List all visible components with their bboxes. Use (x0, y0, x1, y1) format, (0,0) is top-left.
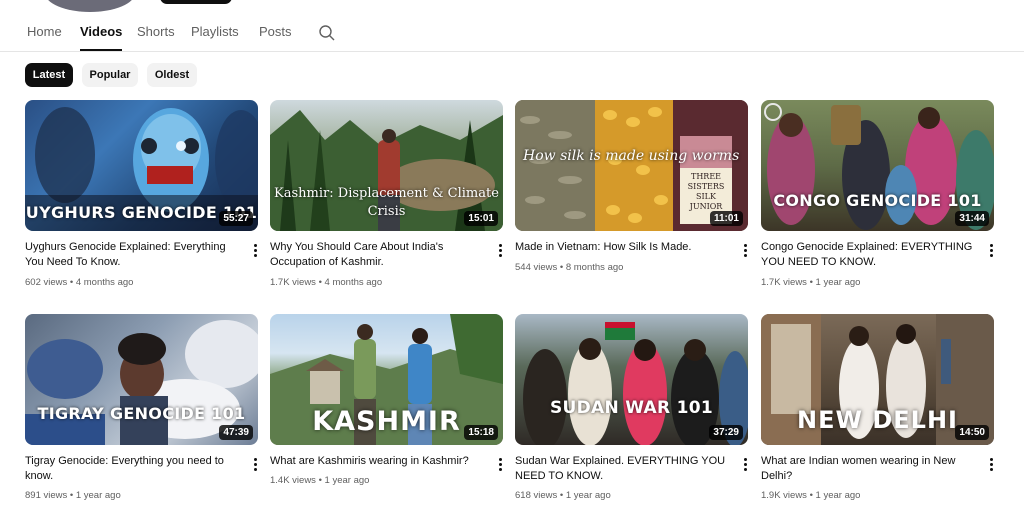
thumbnail-text: CONGO GENOCIDE 101 (773, 191, 982, 210)
video-meta: 544 views • 8 months ago (515, 262, 624, 273)
sign-text: THREE SISTERS SILK JUNIOR (687, 172, 725, 211)
more-options-icon[interactable] (496, 243, 504, 257)
search-icon[interactable] (318, 24, 336, 42)
video-meta: 1.9K views • 1 year ago (761, 490, 861, 501)
video-meta: 1.7K views • 1 year ago (761, 277, 861, 288)
video-card[interactable]: UYGHURS GENOCIDE 101 55:27 Uyghurs Genoc… (25, 100, 259, 295)
video-meta: 618 views • 1 year ago (515, 490, 611, 501)
more-options-icon[interactable] (741, 457, 749, 471)
duration-badge: 37:29 (709, 425, 743, 440)
video-title[interactable]: Made in Vietnam: How Silk Is Made. (515, 240, 733, 255)
tab-home[interactable]: Home (27, 24, 62, 39)
subscribe-button[interactable] (160, 0, 232, 4)
thumbnail-text: How silk is made using worms (523, 148, 740, 164)
video-thumbnail[interactable]: CONGO GENOCIDE 101 31:44 (761, 100, 994, 231)
more-options-icon[interactable] (251, 243, 259, 257)
duration-badge: 55:27 (219, 211, 253, 226)
video-meta: 1.4K views • 1 year ago (270, 475, 370, 486)
video-title[interactable]: Why You Should Care About India's Occupa… (270, 240, 488, 270)
tab-shorts[interactable]: Shorts (137, 24, 175, 39)
video-thumbnail[interactable]: SUDAN WAR 101 37:29 (515, 314, 748, 445)
more-options-icon[interactable] (987, 457, 995, 471)
video-thumbnail[interactable]: UYGHURS GENOCIDE 101 55:27 (25, 100, 258, 231)
video-card[interactable]: THREE SISTERS SILK JUNIOR How silk is ma… (515, 100, 749, 295)
video-card[interactable]: SUDAN WAR 101 37:29 Sudan War Explained.… (515, 314, 749, 509)
video-title[interactable]: Congo Genocide Explained: EVERYTHING YOU… (761, 240, 979, 270)
duration-badge: 31:44 (955, 211, 989, 226)
video-card[interactable]: KASHMIR 15:18 What are Kashmiris wearing… (270, 314, 504, 509)
more-options-icon[interactable] (741, 243, 749, 257)
duration-badge: 14:50 (955, 425, 989, 440)
video-title[interactable]: Tigray Genocide: Everything you need to … (25, 454, 243, 484)
channel-avatar[interactable] (45, 0, 135, 12)
more-options-icon[interactable] (251, 457, 259, 471)
thumbnail-text: TIGRAY GENOCIDE 101 (37, 404, 246, 423)
video-title[interactable]: Sudan War Explained. EVERYTHING YOU NEED… (515, 454, 733, 484)
more-options-icon[interactable] (987, 243, 995, 257)
video-title[interactable]: What are Indian women wearing in New Del… (761, 454, 979, 484)
tab-posts[interactable]: Posts (259, 24, 292, 39)
thumbnail-text: SUDAN WAR 101 (549, 398, 713, 418)
video-thumbnail[interactable]: Kashmir: Displacement & Climate Crisis 1… (270, 100, 503, 231)
duration-badge: 47:39 (219, 425, 253, 440)
duration-badge: 15:18 (464, 425, 498, 440)
video-meta: 1.7K views • 4 months ago (270, 277, 383, 288)
video-card[interactable]: NEW DELHI 14:50 What are Indian women we… (761, 314, 995, 509)
tab-playlists[interactable]: Playlists (191, 24, 239, 39)
video-thumbnail[interactable]: TIGRAY GENOCIDE 101 47:39 (25, 314, 258, 445)
video-title[interactable]: Uyghurs Genocide Explained: Everything Y… (25, 240, 243, 270)
more-options-icon[interactable] (496, 457, 504, 471)
channel-tabs: Home Videos Shorts Playlists Posts (0, 14, 1024, 52)
video-meta: 891 views • 1 year ago (25, 490, 121, 501)
video-card[interactable]: TIGRAY GENOCIDE 101 47:39 Tigray Genocid… (25, 314, 259, 509)
video-thumbnail[interactable]: NEW DELHI 14:50 (761, 314, 994, 445)
tab-videos[interactable]: Videos (80, 24, 123, 51)
video-meta: 602 views • 4 months ago (25, 277, 134, 288)
chip-oldest[interactable]: Oldest (147, 63, 197, 87)
duration-badge: 11:01 (709, 211, 743, 226)
duration-badge: 15:01 (464, 211, 498, 226)
chip-latest[interactable]: Latest (25, 63, 73, 87)
video-thumbnail[interactable]: KASHMIR 15:18 (270, 314, 503, 445)
video-title[interactable]: What are Kashmiris wearing in Kashmir? (270, 454, 488, 469)
video-thumbnail[interactable]: THREE SISTERS SILK JUNIOR How silk is ma… (515, 100, 748, 231)
video-card[interactable]: Kashmir: Displacement & Climate Crisis 1… (270, 100, 504, 295)
channel-header-fragment (0, 0, 1024, 14)
chip-popular[interactable]: Popular (82, 63, 138, 87)
video-card[interactable]: CONGO GENOCIDE 101 31:44 Congo Genocide … (761, 100, 995, 295)
